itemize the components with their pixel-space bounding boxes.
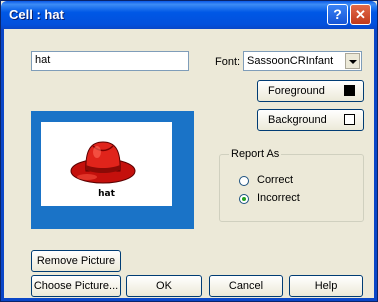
foreground-button[interactable]: Foreground	[257, 80, 364, 102]
correct-radio[interactable]	[239, 176, 249, 186]
background-button[interactable]: Background	[257, 109, 364, 131]
title-bar[interactable]: Cell : hat ? ✕	[1, 1, 377, 29]
report-as-group	[219, 154, 364, 222]
foreground-color-swatch	[344, 85, 355, 96]
correct-radio-label[interactable]: Correct	[257, 174, 293, 186]
picture-card: hat	[41, 122, 172, 206]
choose-picture-button[interactable]: Choose Picture...	[31, 275, 121, 297]
background-color-swatch	[344, 114, 355, 125]
close-button[interactable]: ✕	[350, 4, 371, 25]
dialog-title: Cell : hat	[9, 7, 64, 22]
cancel-button[interactable]: Cancel	[209, 275, 283, 297]
picture-caption: hat	[98, 189, 115, 199]
picture-preview: hat	[31, 111, 194, 229]
window-border-bottom	[1, 298, 377, 301]
remove-picture-button[interactable]: Remove Picture	[31, 250, 121, 272]
help-title-button[interactable]: ?	[327, 4, 348, 25]
report-as-legend: Report As	[229, 148, 282, 160]
cell-text-input[interactable]: hat	[31, 51, 189, 71]
background-button-label: Background	[268, 114, 327, 126]
foreground-button-label: Foreground	[268, 85, 325, 97]
incorrect-radio[interactable]	[239, 194, 249, 204]
font-select[interactable]: SassoonCRInfant	[243, 51, 362, 71]
incorrect-radio-label[interactable]: Incorrect	[257, 192, 300, 204]
chevron-down-icon[interactable]	[345, 53, 360, 69]
cell-dialog: Cell : hat ? ✕ hat Font: SassoonCRInfant…	[0, 0, 378, 302]
font-label: Font:	[215, 56, 241, 68]
ok-button[interactable]: OK	[126, 275, 202, 297]
window-border-left	[1, 29, 4, 301]
font-select-value: SassoonCRInfant	[247, 55, 334, 67]
window-border-right	[374, 29, 377, 301]
help-button[interactable]: Help	[289, 275, 363, 297]
